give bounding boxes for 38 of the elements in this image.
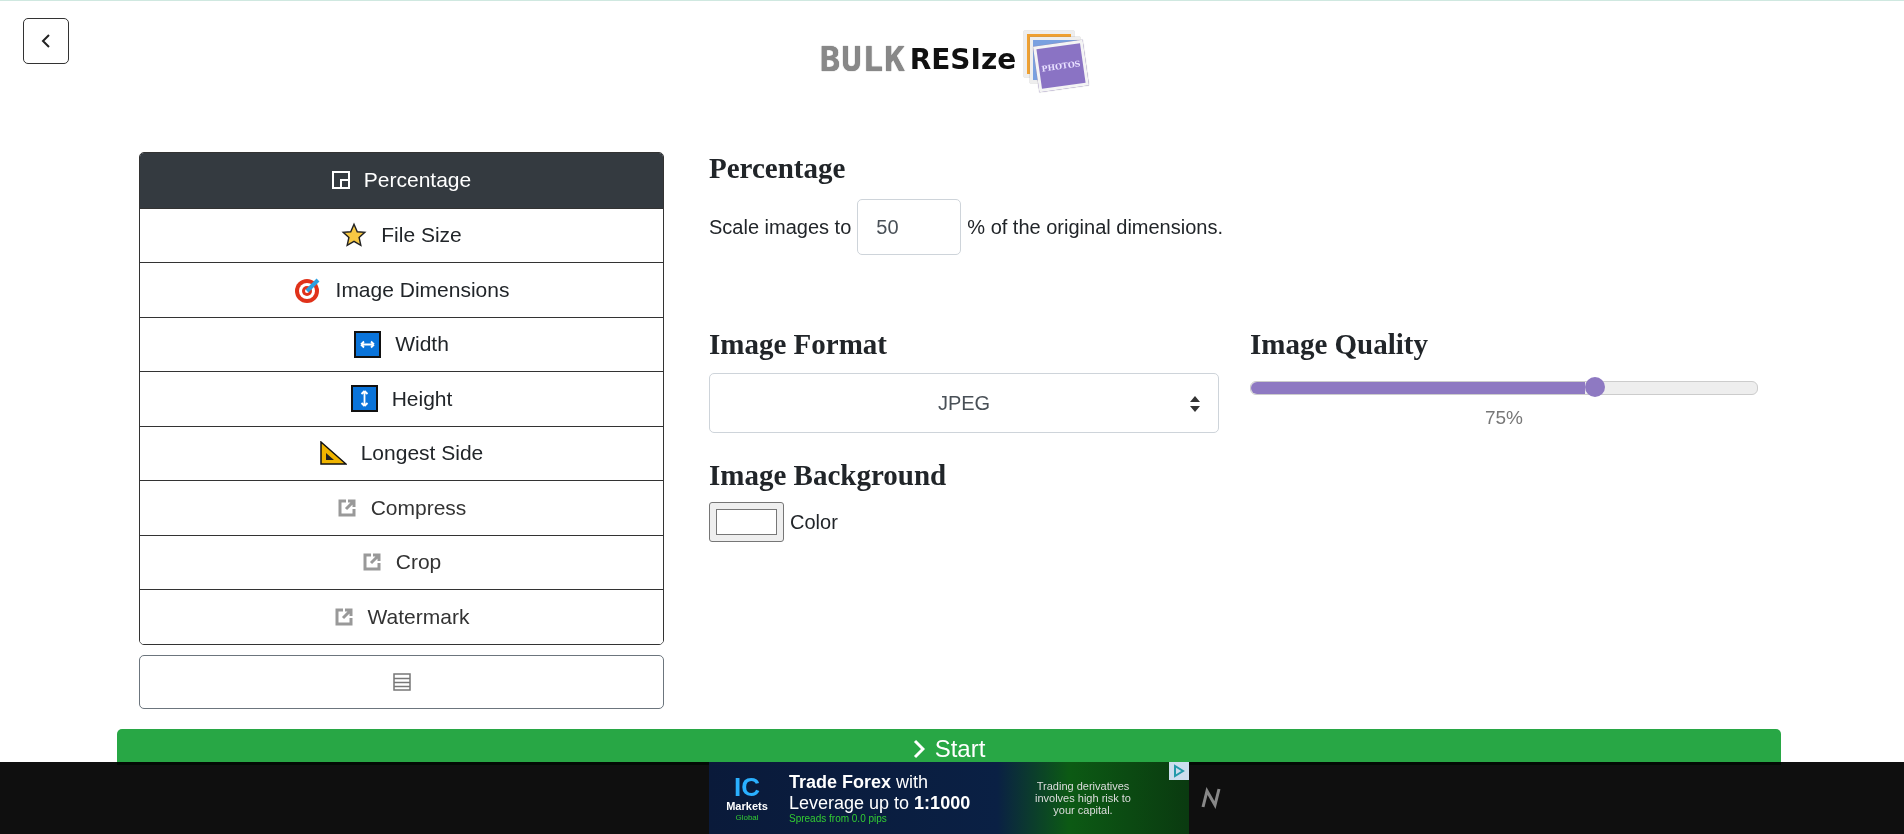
color-picker[interactable] (709, 502, 784, 542)
mode-tab[interactable]: Percentage (140, 153, 663, 208)
slider-thumb[interactable] (1585, 377, 1606, 397)
chevron-right-icon (912, 738, 925, 759)
ad-brand: IC (734, 774, 760, 801)
ad-note: Spreads from 0.0 pips (789, 813, 888, 825)
mode-tab[interactable]: Watermark (140, 589, 663, 644)
scale-label: Scale images to (709, 215, 852, 239)
logo-text: BULK (819, 39, 906, 79)
ad-line: Leverage up to 1:1000 (789, 792, 972, 814)
adchoices-icon[interactable] (1169, 762, 1189, 780)
list-button[interactable] (139, 654, 664, 709)
percentage-field[interactable]: 50 (857, 199, 962, 255)
format-title: Image Format (709, 328, 888, 361)
external-link-icon (336, 497, 357, 518)
triangle-ruler-icon (319, 441, 347, 466)
ad-brand-sub: Global (735, 812, 759, 822)
logo-badge: PHOTOS (1033, 39, 1090, 93)
quality-reading: 75% (1484, 407, 1524, 429)
zigzag-icon[interactable] (1201, 787, 1221, 809)
square-icon (331, 171, 350, 190)
color-label: Color (790, 510, 838, 534)
section-title: Percentage (709, 152, 847, 185)
external-link-icon (333, 606, 354, 627)
quality-title: Image Quality (1250, 328, 1430, 361)
chevron-left-icon (41, 33, 51, 49)
list-icon (392, 672, 411, 691)
back-button[interactable] (23, 18, 69, 64)
ad-brand-sub: Markets (726, 800, 768, 813)
ad-headline: Trade Forex with (789, 771, 930, 793)
logo-text: RESIze (909, 42, 1017, 76)
scale-suffix: % of the original dimensions. (967, 215, 1223, 239)
ad-warning: Trading derivatives involves high risk to your capital. (1034, 780, 1132, 816)
background-title: Image Background (709, 459, 948, 492)
sort-caret-icon (1190, 396, 1200, 412)
format-select[interactable]: JPEG (709, 373, 1219, 433)
external-link-icon (361, 552, 382, 573)
star-icon (341, 222, 368, 249)
